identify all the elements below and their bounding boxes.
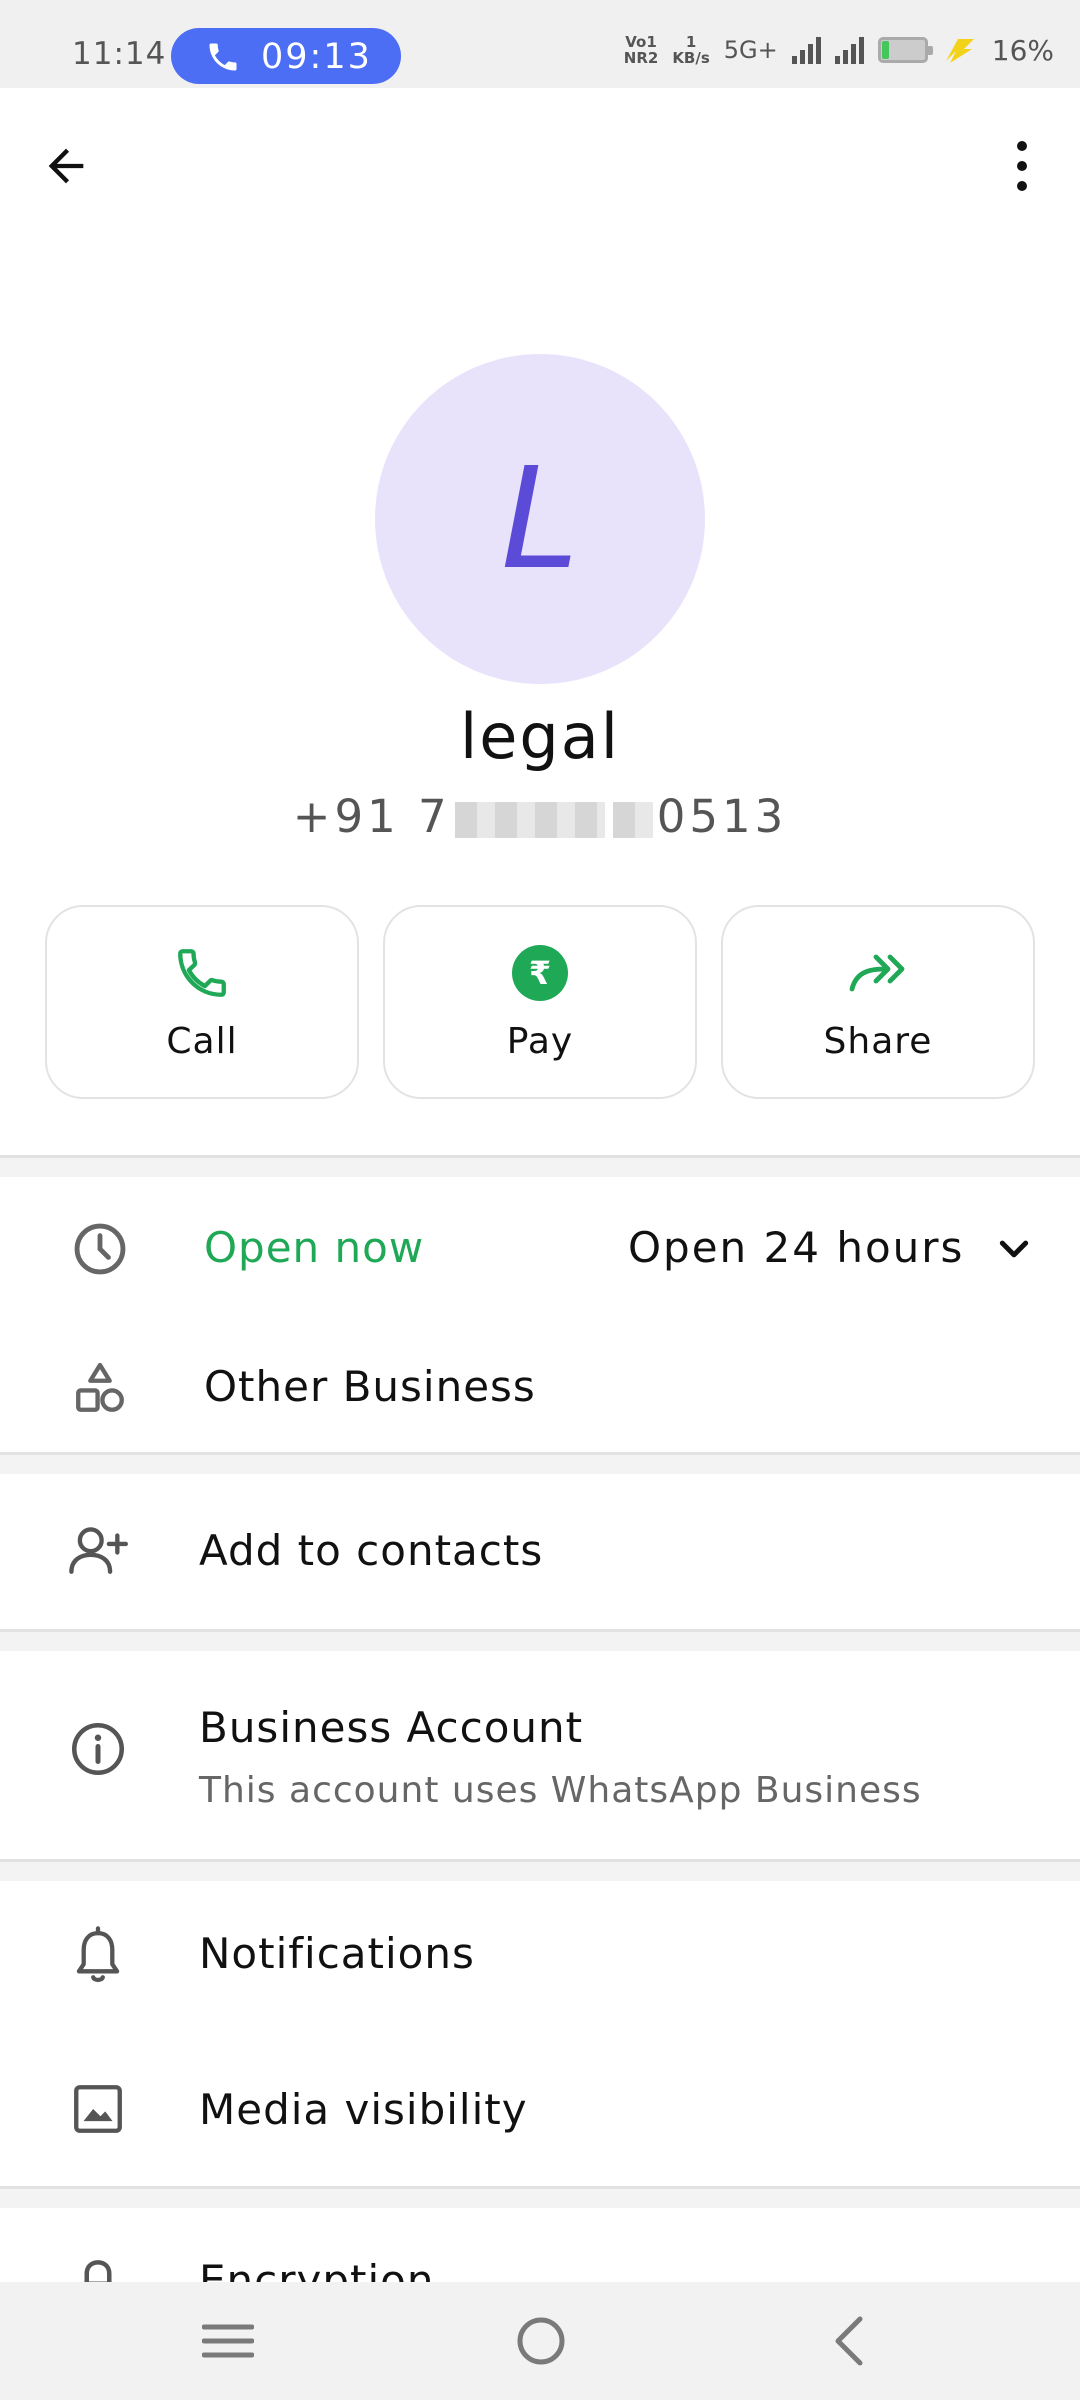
more-vert-icon [1017,141,1027,191]
phone-icon [209,43,237,71]
section-divider [0,1155,1080,1177]
status-time: 11:14 [72,36,167,72]
lock-icon [62,2250,134,2282]
chevron-down-icon[interactable] [990,1225,1038,1273]
call-button[interactable]: Call [45,905,359,1099]
section-divider [0,1859,1080,1881]
media-visibility-row[interactable]: Media visibility [0,2031,1080,2186]
arrow-back-icon [48,148,84,184]
status-indicators: Vo1 NR2 1 KB/s 5G+ 16% [624,30,1054,70]
pay-label: Pay [506,1021,574,1062]
open-status: Open now [204,1223,425,1272]
battery-icon [877,37,933,63]
call-timer: 09:13 [261,37,372,77]
phone-redacted [612,802,653,838]
status-bar: 11:14 09:13 Vo1 NR2 1 KB/s 5G+ 16% [0,0,1080,88]
back-button[interactable] [30,130,102,202]
back-nav-button[interactable] [815,2306,885,2376]
business-account-title: Business Account [199,1703,584,1752]
network-speed: 1 KB/s [672,33,710,67]
shapes-icon [64,1352,136,1424]
pay-button[interactable]: ₹ Pay [383,905,697,1099]
rupee-icon: ₹ [510,943,570,1003]
phone-prefix: +91 7 [292,790,451,843]
image-icon [62,2073,134,2145]
charging-icon [945,39,974,63]
notifications-label: Notifications [199,1929,475,1978]
recents-button[interactable] [193,2306,263,2376]
home-circle-icon [517,2317,565,2365]
home-button[interactable] [506,2306,576,2376]
battery-level [881,41,889,59]
notifications-row[interactable]: Notifications [0,1881,1080,2031]
avatar-initial: L [501,437,579,601]
business-account-subtitle: This account uses WhatsApp Business [199,1770,922,1811]
share-button[interactable]: Share [721,905,1035,1099]
contact-phone: +91 7 0513 [0,790,1080,843]
volte-indicator: Vo1 NR2 [623,33,659,67]
action-buttons: Call ₹ Pay Share [45,905,1035,1099]
app-bar [0,88,1080,238]
system-nav-bar [0,2282,1080,2400]
section-divider [0,1452,1080,1474]
category-label: Other Business [204,1362,536,1411]
menu-icon [202,2324,254,2358]
phone-redacted [454,802,605,838]
clock-icon [64,1213,136,1285]
info-icon [62,1713,134,1785]
encryption-label: Encryption [199,2256,435,2282]
add-to-contacts-row[interactable]: Add to contacts [0,1474,1080,1629]
battery-percent: 16% [991,33,1054,67]
bell-icon [62,1921,134,1993]
ongoing-call-pill[interactable]: 09:13 [171,28,401,84]
share-forward-icon [848,943,908,1003]
open-hours: Open 24 hours [628,1223,965,1272]
more-options-button[interactable] [992,130,1052,202]
media-visibility-label: Media visibility [199,2085,528,2134]
section-divider [0,1629,1080,1651]
signal-icon [791,36,821,64]
call-label: Call [166,1021,238,1062]
contact-name: legal [460,700,620,773]
phone-icon [172,943,232,1003]
network-type: 5G+ [723,36,778,64]
share-label: Share [823,1021,933,1062]
business-hours-row[interactable]: Open now Open 24 hours [0,1177,1080,1322]
add-person-icon [62,1514,134,1586]
section-divider [0,2186,1080,2208]
chevron-left-icon [835,2316,863,2366]
business-account-row[interactable]: Business Account This account uses Whats… [0,1651,1080,1859]
avatar[interactable]: L [375,354,705,684]
signal-icon [834,36,864,64]
phone-suffix: 0513 [656,790,788,843]
add-to-contacts-label: Add to contacts [199,1526,544,1575]
encryption-row[interactable]: Encryption [0,2208,1080,2282]
category-row: Other Business [0,1322,1080,1452]
